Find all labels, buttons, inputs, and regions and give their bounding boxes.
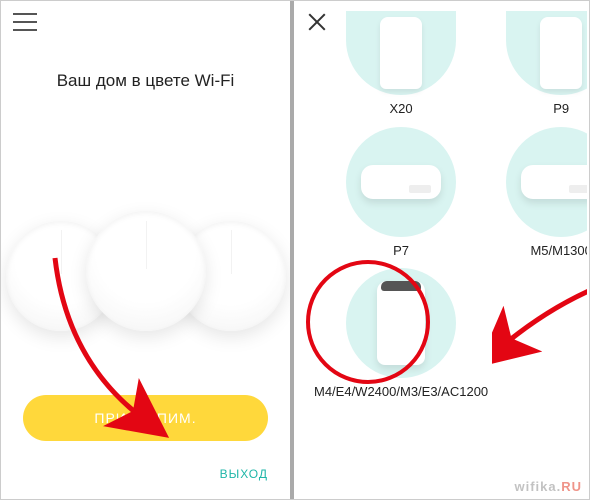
welcome-title: Ваш дом в цвете Wi-Fi <box>1 71 290 91</box>
product-illustration <box>1 161 290 331</box>
model-label: X20 <box>314 101 488 117</box>
hamburger-menu-icon[interactable] <box>13 13 37 31</box>
model-thumb <box>506 127 587 237</box>
annotation-arrow-icon <box>492 274 587 394</box>
model-thumb <box>506 11 587 95</box>
model-label: M5/M1300 <box>506 243 587 259</box>
model-option-m5[interactable]: M5/M1300 <box>506 127 587 259</box>
model-thumb <box>346 11 456 95</box>
start-button[interactable]: ПРИСТУПИМ. <box>23 395 268 441</box>
model-picker-screen: X20 P9 P7 M5/M1300 M4/E4/W2400/M3/E3/AC1… <box>294 1 587 499</box>
model-grid: X20 P9 P7 M5/M1300 M4/E4/W2400/M3/E3/AC1… <box>314 11 567 400</box>
model-label: M4/E4/W2400/M3/E3/AC1200 <box>314 384 488 400</box>
grid-empty <box>506 268 587 400</box>
watermark-a: wifika <box>514 479 556 494</box>
model-option-x20[interactable]: X20 <box>314 11 488 117</box>
model-label: P7 <box>314 243 488 259</box>
model-option-m4[interactable]: M4/E4/W2400/M3/E3/AC1200 <box>314 268 488 400</box>
model-thumb <box>346 127 456 237</box>
welcome-screen: Ваш дом в цвете Wi-Fi ПРИСТУПИМ. ВЫХОД <box>1 1 294 499</box>
model-thumb <box>346 268 456 378</box>
watermark: wifika.RU <box>514 479 582 494</box>
model-label: P9 <box>506 101 587 117</box>
watermark-b: RU <box>561 479 582 494</box>
exit-link[interactable]: ВЫХОД <box>220 467 268 481</box>
model-option-p7[interactable]: P7 <box>314 127 488 259</box>
model-option-p9[interactable]: P9 <box>506 11 587 117</box>
